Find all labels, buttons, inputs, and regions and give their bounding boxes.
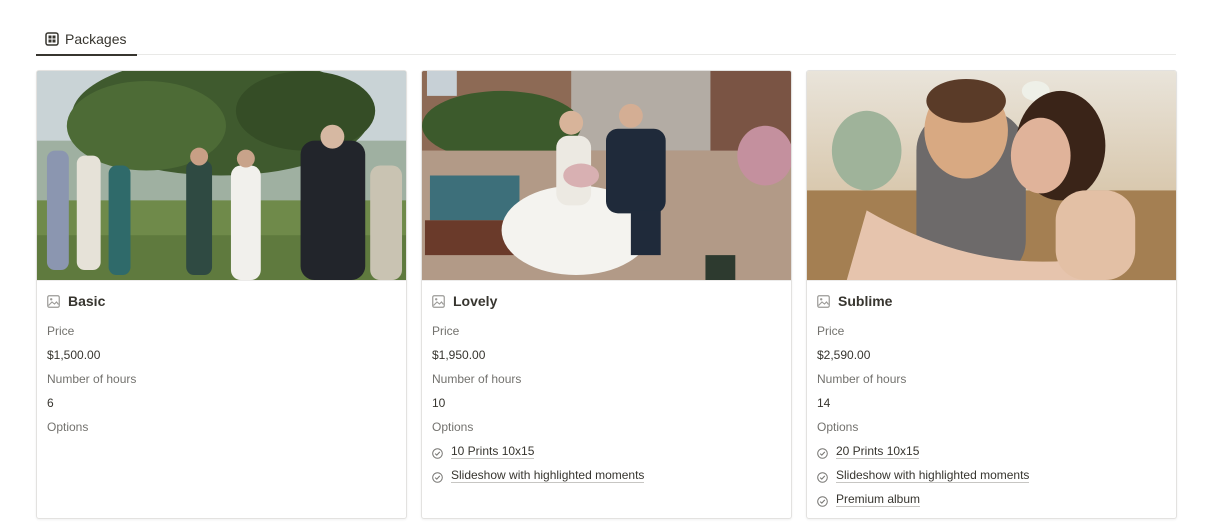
check-circle-icon xyxy=(817,494,828,507)
page-image-icon xyxy=(432,294,445,308)
cover-image xyxy=(807,71,1176,281)
tab-label: Packages xyxy=(65,30,127,47)
price-value: $2,590.00 xyxy=(817,348,871,362)
check-circle-icon xyxy=(432,470,443,483)
hours-label: Number of hours xyxy=(432,372,522,386)
price-label: Price xyxy=(432,324,460,338)
gallery-cards: Basic Price $1,500.00 Number of hours 6 … xyxy=(36,70,1177,519)
package-card-basic[interactable]: Basic Price $1,500.00 Number of hours 6 … xyxy=(36,70,407,519)
price-value: $1,950.00 xyxy=(432,348,486,362)
view-tabbar: Packages xyxy=(36,22,1176,56)
price-label: Price xyxy=(47,324,75,338)
price-label: Price xyxy=(817,324,845,338)
hours-label: Number of hours xyxy=(47,372,137,386)
price-value: $1,500.00 xyxy=(47,348,101,362)
page-image-icon xyxy=(817,294,830,308)
card-title: Sublime xyxy=(838,293,893,309)
option-item[interactable]: 10 Prints 10x15 xyxy=(432,439,781,463)
hours-value: 6 xyxy=(47,396,54,410)
options-label: Options xyxy=(817,420,859,434)
tab-packages[interactable]: Packages xyxy=(36,22,137,56)
option-item[interactable]: Premium album xyxy=(817,487,1166,511)
package-card-lovely[interactable]: Lovely Price $1,950.00 Number of hours 1… xyxy=(421,70,792,519)
option-link[interactable]: 20 Prints 10x15 xyxy=(836,444,920,459)
option-item[interactable]: 20 Prints 10x15 xyxy=(817,439,1166,463)
page-image-icon xyxy=(47,294,60,308)
option-link[interactable]: 10 Prints 10x15 xyxy=(451,444,535,459)
option-item[interactable]: Slideshow with highlighted moments xyxy=(817,463,1166,487)
hours-label: Number of hours xyxy=(817,372,907,386)
option-link[interactable]: Slideshow with highlighted moments xyxy=(836,468,1030,483)
cover-image xyxy=(37,71,406,281)
check-circle-icon xyxy=(817,470,828,483)
cover-image xyxy=(422,71,791,281)
check-circle-icon xyxy=(817,446,828,459)
gallery-grid-icon xyxy=(45,31,59,46)
option-item[interactable]: Slideshow with highlighted moments xyxy=(432,463,781,487)
hours-value: 14 xyxy=(817,396,831,410)
package-card-sublime[interactable]: Sublime Price $2,590.00 Number of hours … xyxy=(806,70,1177,519)
options-label: Options xyxy=(47,420,89,434)
card-title: Lovely xyxy=(453,293,498,309)
check-circle-icon xyxy=(432,446,443,459)
hours-value: 10 xyxy=(432,396,446,410)
option-link[interactable]: Slideshow with highlighted moments xyxy=(451,468,645,483)
option-link[interactable]: Premium album xyxy=(836,492,921,507)
card-title: Basic xyxy=(68,293,106,309)
options-label: Options xyxy=(432,420,474,434)
